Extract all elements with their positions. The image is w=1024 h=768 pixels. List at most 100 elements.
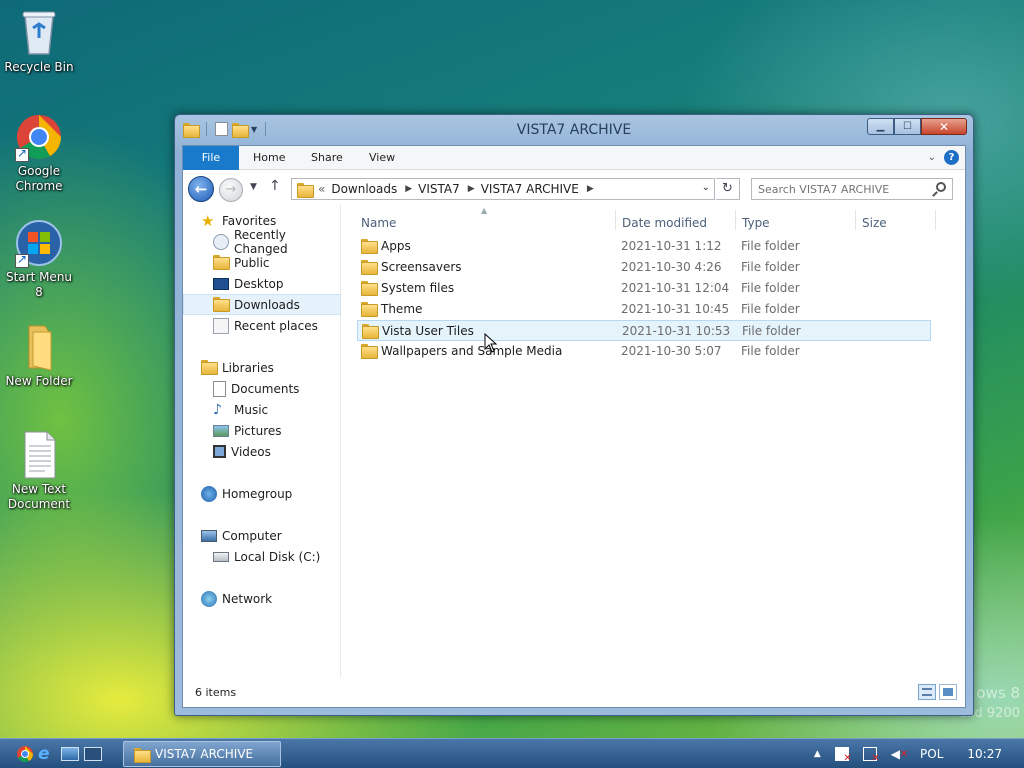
file-list: ▲ Name Date modified Type Size Apps 2021… [353, 204, 965, 677]
chrome-icon [15, 112, 63, 162]
row-date: 2021-10-31 1:12 [621, 239, 722, 253]
large-icons-view-button[interactable] [939, 684, 957, 700]
desktop-icon-new-text-document[interactable]: New Text Document [2, 430, 76, 512]
expand-ribbon-chevron-icon[interactable]: ⌄ [928, 152, 936, 163]
search-input[interactable] [758, 179, 928, 199]
desktop-icon-new-folder[interactable]: New Folder [2, 322, 76, 389]
nav-computer[interactable]: Computer [183, 525, 341, 546]
chrome-taskbar-icon[interactable] [16, 745, 34, 763]
nav-recent-places[interactable]: Recent places [183, 315, 341, 336]
table-row-hovered[interactable]: Vista User Tiles 2021-10-31 10:53 File f… [357, 320, 931, 341]
folder-icon [134, 747, 151, 763]
nav-local-disk[interactable]: Local Disk (C:) [183, 546, 341, 567]
switch-windows-icon[interactable] [84, 747, 102, 761]
table-row[interactable]: System files 2021-10-31 12:04 File folde… [357, 278, 931, 299]
folder-icon [213, 254, 230, 271]
nav-music[interactable]: ♪ Music [183, 399, 341, 420]
nav-documents[interactable]: Documents [183, 378, 341, 399]
desktop-icon-google-chrome[interactable]: Google Chrome [2, 112, 76, 194]
row-type: File folder [741, 302, 800, 316]
up-one-level-button[interactable]: ↑ [269, 178, 281, 194]
folder-icon [361, 260, 378, 275]
recent-places-icon [213, 317, 229, 334]
breadcrumb-chevron-icon[interactable]: ▶ [587, 184, 594, 194]
row-date: 2021-10-31 10:53 [622, 324, 731, 338]
desktop-icon-start-menu-8[interactable]: Start Menu 8 [2, 218, 76, 300]
homegroup-icon [201, 485, 217, 502]
refresh-button[interactable]: ↻ [716, 178, 740, 200]
close-button[interactable]: ✕ [921, 118, 967, 135]
build-watermark-line1: ows 8 [976, 684, 1020, 702]
column-header-date-modified[interactable]: Date modified [622, 216, 707, 230]
breadcrumb-vista7-archive[interactable]: VISTA7 ARCHIVE [481, 182, 579, 196]
column-divider[interactable] [855, 210, 856, 230]
column-divider[interactable] [735, 210, 736, 230]
table-row[interactable]: Screensavers 2021-10-30 4:26 File folder [357, 257, 931, 278]
column-divider[interactable] [935, 210, 936, 230]
taskbar-app-vista7-archive[interactable]: VISTA7 ARCHIVE [123, 741, 281, 767]
minimize-icon: ▁ [876, 121, 885, 132]
system-tray: ▲ ✕ ✕ ◀ ✕ POL 10:27 [814, 739, 1024, 768]
column-header-size[interactable]: Size [862, 216, 887, 230]
desktop-icon-recycle-bin[interactable]: Recycle Bin [2, 8, 76, 75]
column-header-name[interactable]: Name [361, 216, 396, 230]
explorer-window[interactable]: ▼ VISTA7 ARCHIVE ▁ ☐ ✕ File Home Share V… [174, 114, 974, 716]
music-icon: ♪ [213, 401, 222, 418]
search-icon[interactable] [936, 182, 946, 192]
details-view-button[interactable] [918, 684, 936, 700]
nav-network[interactable]: Network [183, 588, 341, 609]
ribbon-right-controls: ⌄ ? [928, 150, 959, 165]
nav-downloads[interactable]: Downloads [183, 294, 341, 315]
minimize-button[interactable]: ▁ [867, 118, 894, 135]
nav-label: Desktop [234, 276, 284, 291]
nav-label: Videos [231, 444, 271, 459]
table-row[interactable]: Apps 2021-10-31 1:12 File folder [357, 236, 931, 257]
table-row[interactable]: Wallpapers and Sample Media 2021-10-30 5… [357, 341, 931, 362]
search-box[interactable] [751, 178, 953, 200]
column-header-type[interactable]: Type [742, 216, 770, 230]
table-row[interactable]: Theme 2021-10-31 10:45 File folder [357, 299, 931, 320]
taskbar-app-label: VISTA7 ARCHIVE [155, 747, 254, 761]
back-button[interactable]: ← [188, 176, 214, 202]
nav-label: Documents [231, 381, 300, 396]
help-icon[interactable]: ? [944, 150, 959, 165]
refresh-icon: ↻ [722, 181, 733, 196]
show-hidden-icons-icon[interactable]: ▲ [814, 749, 821, 759]
title-bar[interactable]: ▼ VISTA7 ARCHIVE ▁ ☐ ✕ [175, 115, 973, 145]
volume-muted-icon[interactable]: ◀ ✕ [891, 747, 908, 761]
nav-libraries[interactable]: Libraries [183, 357, 341, 378]
address-folder-icon [297, 182, 314, 198]
nav-homegroup[interactable]: Homegroup [183, 483, 341, 504]
breadcrumb-overflow[interactable]: « [318, 182, 325, 196]
nav-recently-changed[interactable]: Recently Changed [183, 228, 341, 256]
breadcrumb-chevron-icon[interactable]: ▶ [468, 184, 475, 194]
recent-locations-dropdown-icon[interactable]: ▼ [250, 182, 257, 192]
tab-file[interactable]: File [183, 146, 239, 170]
clock[interactable]: 10:27 [967, 747, 1002, 761]
breadcrumb-chevron-icon[interactable]: ▶ [405, 184, 412, 194]
nav-desktop[interactable]: Desktop [183, 273, 341, 294]
row-name: Screensavers [381, 260, 462, 274]
address-bar[interactable]: « Downloads ▶ VISTA7 ▶ VISTA7 ARCHIVE ▶ … [291, 178, 715, 200]
tab-home[interactable]: Home [253, 146, 285, 170]
nav-public[interactable]: Public [183, 252, 341, 273]
folder-icon [15, 322, 63, 372]
action-center-icon[interactable]: ✕ [834, 747, 852, 764]
show-desktop-icon[interactable] [61, 747, 79, 761]
tab-share[interactable]: Share [311, 146, 343, 170]
column-divider[interactable] [615, 210, 616, 230]
maximize-button[interactable]: ☐ [894, 118, 921, 135]
row-date: 2021-10-31 12:04 [621, 281, 730, 295]
tab-view[interactable]: View [369, 146, 395, 170]
nav-videos[interactable]: Videos [183, 441, 341, 462]
sort-ascending-icon: ▲ [481, 206, 488, 215]
input-language-indicator[interactable]: POL [920, 747, 943, 761]
network-status-icon[interactable]: ✕ [862, 747, 880, 764]
folder-icon [361, 344, 378, 359]
nav-pictures[interactable]: Pictures [183, 420, 341, 441]
breadcrumb-vista7[interactable]: VISTA7 [418, 182, 460, 196]
address-dropdown-icon[interactable]: ⌄ [702, 182, 710, 193]
breadcrumb-downloads[interactable]: Downloads [331, 182, 397, 196]
internet-explorer-icon[interactable]: e [38, 745, 56, 763]
forward-button[interactable]: → [219, 178, 243, 202]
